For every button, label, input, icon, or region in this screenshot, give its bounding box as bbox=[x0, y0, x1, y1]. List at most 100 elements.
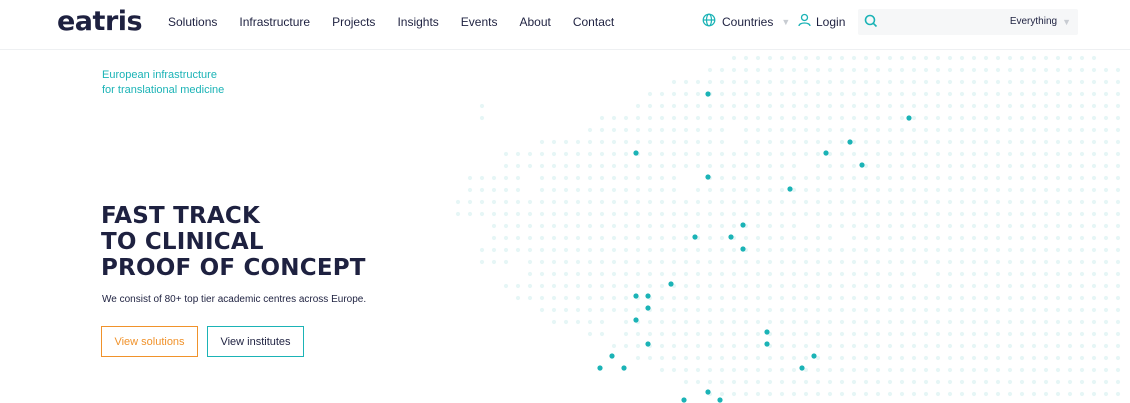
map-dot bbox=[551, 235, 557, 241]
map-dot bbox=[1055, 379, 1061, 385]
map-dot bbox=[695, 343, 701, 349]
map-dot bbox=[863, 379, 869, 385]
map-dot bbox=[827, 343, 833, 349]
map-dot bbox=[923, 235, 929, 241]
map-dot bbox=[851, 295, 857, 301]
map-dot bbox=[623, 319, 629, 325]
map-dot bbox=[1103, 247, 1109, 253]
map-dot bbox=[707, 259, 713, 265]
map-dot bbox=[647, 211, 653, 217]
map-dot bbox=[1079, 175, 1085, 181]
map-dot bbox=[623, 271, 629, 277]
map-dot bbox=[1031, 103, 1037, 109]
map-dot bbox=[851, 343, 857, 349]
map-dot bbox=[563, 211, 569, 217]
search-icon[interactable] bbox=[863, 13, 879, 34]
search-scope-label: Everything bbox=[1009, 16, 1058, 27]
search-scope-dropdown[interactable]: Everything ▼ bbox=[1010, 16, 1071, 27]
map-dot bbox=[899, 55, 905, 61]
map-dot bbox=[1007, 91, 1013, 97]
view-institutes-button[interactable]: View institutes bbox=[207, 326, 304, 357]
map-dot bbox=[1019, 247, 1025, 253]
map-dot bbox=[503, 199, 509, 205]
map-dot bbox=[743, 151, 749, 157]
map-dot bbox=[839, 271, 845, 277]
map-dot bbox=[1019, 211, 1025, 217]
map-dot bbox=[995, 91, 1001, 97]
map-dot bbox=[947, 331, 953, 337]
map-dot bbox=[707, 223, 713, 229]
map-dot bbox=[1007, 103, 1013, 109]
map-dot bbox=[971, 343, 977, 349]
map-dot bbox=[767, 379, 773, 385]
nav-item-infrastructure[interactable]: Infrastructure bbox=[239, 15, 310, 29]
map-dot bbox=[947, 175, 953, 181]
map-dot bbox=[935, 379, 941, 385]
map-dot bbox=[875, 367, 881, 373]
map-dot bbox=[563, 259, 569, 265]
map-dot bbox=[683, 91, 689, 97]
map-dot bbox=[899, 79, 905, 85]
map-dot bbox=[527, 211, 533, 217]
map-dot bbox=[683, 235, 689, 241]
nav-item-about[interactable]: About bbox=[519, 15, 550, 29]
map-dot bbox=[551, 247, 557, 253]
map-dot bbox=[1067, 235, 1073, 241]
map-dot bbox=[1103, 307, 1109, 313]
eatris-logo[interactable]: eatris bbox=[57, 6, 143, 37]
map-dot bbox=[767, 283, 773, 289]
map-dot bbox=[539, 307, 545, 313]
map-dot bbox=[875, 319, 881, 325]
map-dot bbox=[935, 307, 941, 313]
map-dot bbox=[719, 115, 725, 121]
institute-marker bbox=[906, 115, 912, 121]
map-dot bbox=[767, 355, 773, 361]
map-dot bbox=[791, 55, 797, 61]
view-solutions-button[interactable]: View solutions bbox=[101, 326, 198, 357]
map-dot bbox=[731, 355, 737, 361]
map-dot bbox=[695, 139, 701, 145]
nav-item-events[interactable]: Events bbox=[461, 15, 498, 29]
map-dot bbox=[743, 91, 749, 97]
map-dot bbox=[539, 235, 545, 241]
map-dot bbox=[1067, 139, 1073, 145]
map-dot bbox=[671, 319, 677, 325]
map-dot bbox=[755, 223, 761, 229]
map-dot bbox=[959, 343, 965, 349]
map-dot bbox=[1007, 139, 1013, 145]
map-dot bbox=[1007, 211, 1013, 217]
map-dot bbox=[1031, 295, 1037, 301]
map-dot bbox=[623, 175, 629, 181]
map-dot bbox=[959, 355, 965, 361]
map-dot bbox=[695, 247, 701, 253]
map-dot bbox=[851, 367, 857, 373]
map-dot bbox=[611, 151, 617, 157]
nav-item-solutions[interactable]: Solutions bbox=[168, 15, 217, 29]
nav-item-contact[interactable]: Contact bbox=[573, 15, 614, 29]
map-dot bbox=[551, 175, 557, 181]
map-dot bbox=[539, 283, 545, 289]
countries-dropdown[interactable]: Countries ▼ bbox=[702, 13, 790, 30]
map-dot bbox=[1115, 235, 1121, 241]
nav-item-projects[interactable]: Projects bbox=[332, 15, 375, 29]
map-dot bbox=[971, 355, 977, 361]
map-dot bbox=[539, 295, 545, 301]
map-dot bbox=[1007, 127, 1013, 133]
map-dot bbox=[1031, 331, 1037, 337]
map-dot bbox=[971, 391, 977, 397]
map-dot bbox=[779, 79, 785, 85]
map-dot bbox=[1079, 235, 1085, 241]
map-dot bbox=[599, 199, 605, 205]
map-dot bbox=[599, 163, 605, 169]
map-dot bbox=[551, 211, 557, 217]
search-input[interactable] bbox=[884, 13, 1004, 31]
map-dot bbox=[1019, 355, 1025, 361]
map-dot bbox=[683, 115, 689, 121]
map-dot bbox=[683, 211, 689, 217]
map-dot bbox=[911, 163, 917, 169]
map-dot bbox=[467, 211, 473, 217]
map-dot bbox=[947, 103, 953, 109]
map-dot bbox=[647, 247, 653, 253]
login-link[interactable]: Login bbox=[798, 13, 845, 30]
nav-item-insights[interactable]: Insights bbox=[397, 15, 438, 29]
